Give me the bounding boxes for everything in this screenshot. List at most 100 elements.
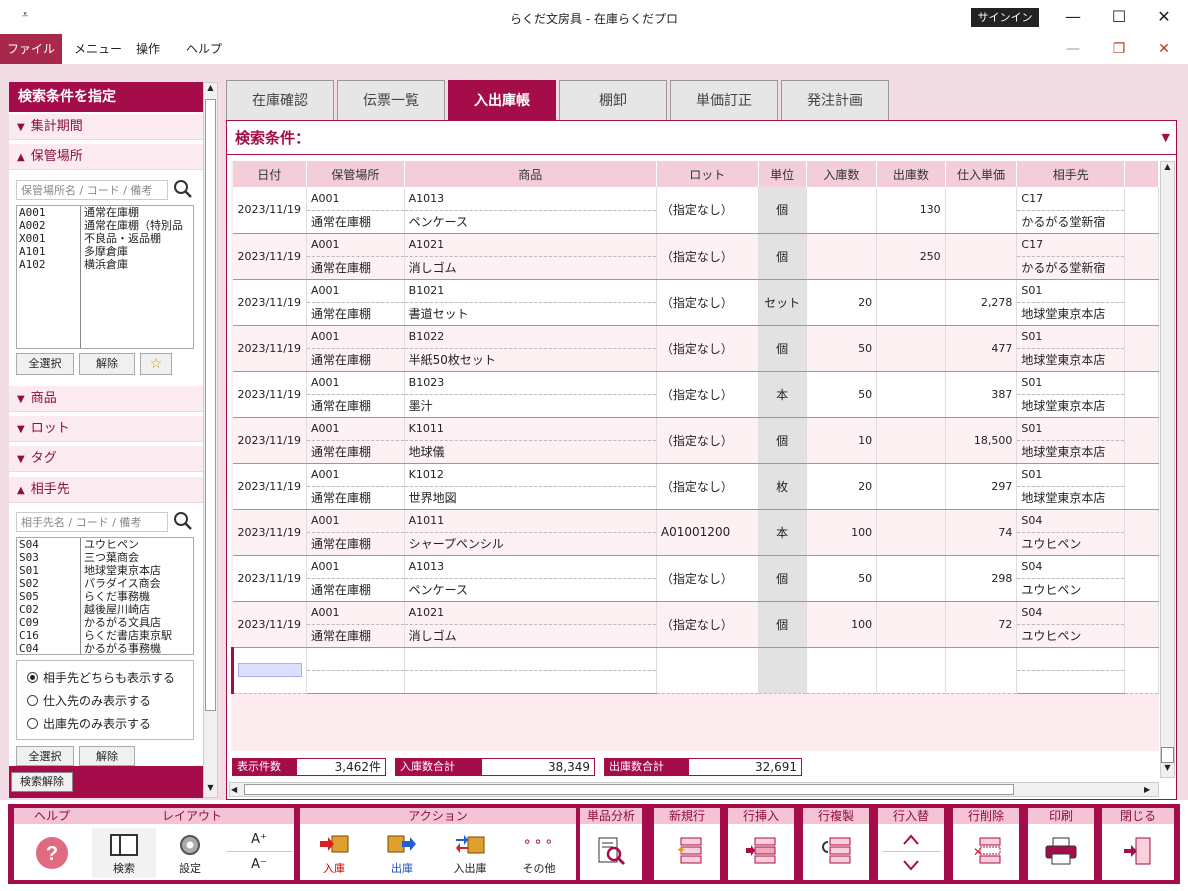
cell-location-code[interactable]: A001 <box>306 601 405 625</box>
cell-date[interactable]: 2023/11/19 <box>232 463 307 510</box>
cell-location-code[interactable]: A001 <box>306 233 405 257</box>
cell-date[interactable]: 2023/11/19 <box>232 601 307 648</box>
section-period[interactable]: ▼ 集計期間 <box>9 114 203 140</box>
cell-location-code[interactable]: A001 <box>306 509 405 533</box>
other-button[interactable]: ∘∘∘ その他 <box>506 828 572 878</box>
cell-extra[interactable] <box>1124 601 1159 648</box>
settings-button[interactable]: 設定 <box>158 828 222 878</box>
cell-in-qty[interactable]: 50 <box>806 371 878 418</box>
cell-partner-name[interactable]: ユウヒペン <box>1016 532 1126 556</box>
cell-out-qty[interactable] <box>876 417 946 464</box>
column-header[interactable]: 入庫数 <box>806 161 878 187</box>
list-item[interactable]: X001 不良品・返品棚 <box>17 232 193 245</box>
cell-empty[interactable] <box>806 647 878 694</box>
new-row-button[interactable]: ✦ <box>658 828 716 878</box>
cell-empty[interactable] <box>404 647 657 671</box>
cell-product-name[interactable]: 墨汁 <box>404 394 657 418</box>
cell-out-qty[interactable] <box>876 463 946 510</box>
list-item[interactable]: A002 通常在庫棚（特別品 <box>17 219 193 232</box>
cell-unit[interactable]: 本 <box>758 371 807 418</box>
cell-lot[interactable]: （指定なし） <box>656 555 759 602</box>
search-icon[interactable] <box>172 510 194 532</box>
storage-clear-button[interactable]: 解除 <box>79 353 135 375</box>
cell-empty[interactable] <box>1016 647 1126 671</box>
stock-out-button[interactable]: 出庫 <box>370 828 434 878</box>
cell-lot[interactable]: A01001200 <box>656 509 759 556</box>
column-header[interactable]: 相手先 <box>1016 161 1126 187</box>
column-header[interactable]: ロット <box>656 161 759 187</box>
cell-location-name[interactable]: 通常在庫棚 <box>306 302 405 326</box>
menu-operation[interactable]: 操作 <box>124 34 172 64</box>
cell-unit-price[interactable]: 297 <box>945 463 1018 510</box>
cell-location-code[interactable]: A001 <box>306 325 405 349</box>
cell-extra[interactable] <box>1124 371 1159 418</box>
cell-unit-price[interactable]: 2,278 <box>945 279 1018 326</box>
cell-in-qty[interactable]: 50 <box>806 555 878 602</box>
cell-date[interactable]: 2023/11/19 <box>232 417 307 464</box>
cell-product-name[interactable]: 世界地図 <box>404 486 657 510</box>
cell-in-qty[interactable]: 20 <box>806 463 878 510</box>
cell-partner-code[interactable]: S04 <box>1016 509 1126 533</box>
font-up-button[interactable]: A⁺ <box>226 828 292 852</box>
cell-partner-name[interactable]: ユウヒペン <box>1016 578 1126 602</box>
list-item[interactable]: S01 地球堂東京本店 <box>17 564 193 577</box>
cell-out-qty[interactable] <box>876 371 946 418</box>
cell-product-code[interactable]: A1021 <box>404 601 657 625</box>
star-icon[interactable]: ☆ <box>140 353 172 375</box>
cell-partner-name[interactable]: ユウヒペン <box>1016 624 1126 648</box>
cell-partner-name[interactable]: かるがる堂新宿 <box>1016 210 1126 234</box>
cell-in-qty[interactable] <box>806 233 878 280</box>
table-row[interactable]: 2023/11/19 A001 A1021 （指定なし）個 250 C17 <box>232 233 1159 280</box>
cell-extra[interactable] <box>1124 463 1159 510</box>
scroll-thumb[interactable] <box>205 99 216 711</box>
cell-product-code[interactable]: A1021 <box>404 233 657 257</box>
table-row[interactable]: 2023/11/19 A001 A1013 （指定なし）個 50 298 S04 <box>232 555 1159 602</box>
column-header[interactable]: 単位 <box>758 161 807 187</box>
grid-vscrollbar[interactable]: ▲ ▼ <box>1160 161 1175 778</box>
cell-unit[interactable]: セット <box>758 279 807 326</box>
search-condition-bar[interactable]: 検索条件： ▼ <box>227 121 1176 155</box>
cell-location-code[interactable]: A001 <box>306 555 405 579</box>
list-item[interactable]: A102 横浜倉庫 <box>17 258 193 271</box>
cell-unit-price[interactable]: 74 <box>945 509 1018 556</box>
delete-row-button[interactable]: ✕ <box>957 828 1015 878</box>
list-item[interactable]: S03 三つ葉商会 <box>17 551 193 564</box>
section-lot[interactable]: ▼ ロット <box>9 416 203 442</box>
cell-out-qty[interactable] <box>876 601 946 648</box>
scroll-up-icon[interactable]: ▲ <box>1161 162 1174 176</box>
cell-lot[interactable]: （指定なし） <box>656 187 759 234</box>
cell-product-code[interactable]: B1021 <box>404 279 657 303</box>
partner-select-all-button[interactable]: 全選択 <box>16 746 74 766</box>
cell-extra[interactable] <box>1124 509 1159 556</box>
cell-date[interactable]: 2023/11/19 <box>232 187 307 234</box>
cell-partner-name[interactable]: 地球堂東京本店 <box>1016 348 1126 372</box>
close-app-button[interactable] <box>1108 828 1168 878</box>
cell-product-code[interactable]: B1022 <box>404 325 657 349</box>
scroll-thumb[interactable] <box>1161 747 1174 763</box>
cell-partner-code[interactable]: S01 <box>1016 417 1126 441</box>
cell-location-name[interactable]: 通常在庫棚 <box>306 532 405 556</box>
cell-out-qty[interactable] <box>876 509 946 556</box>
cell-product-code[interactable]: K1012 <box>404 463 657 487</box>
scroll-thumb[interactable] <box>244 784 1014 795</box>
cell-product-code[interactable]: K1011 <box>404 417 657 441</box>
cell-unit-price[interactable] <box>945 233 1018 280</box>
tab-stock-check[interactable]: 在庫確認 <box>226 80 334 120</box>
cell-partner-name[interactable]: 地球堂東京本店 <box>1016 440 1126 464</box>
minimize-button[interactable]: — <box>1050 4 1096 30</box>
cell-partner-code[interactable]: S01 <box>1016 279 1126 303</box>
cell-partner-code[interactable]: S04 <box>1016 555 1126 579</box>
cell-product-code[interactable]: A1013 <box>404 555 657 579</box>
cell-empty[interactable] <box>656 647 759 694</box>
cell-product-name[interactable]: ペンケース <box>404 210 657 234</box>
cell-product-code[interactable]: B1023 <box>404 371 657 395</box>
cell-location-name[interactable]: 通常在庫棚 <box>306 256 405 280</box>
scroll-down-icon[interactable]: ▼ <box>204 783 217 797</box>
table-row[interactable]: 2023/11/19 A001 B1022 （指定なし）個 50 477 S01 <box>232 325 1159 372</box>
cell-empty[interactable] <box>1124 647 1159 694</box>
tab-order-plan[interactable]: 発注計画 <box>781 80 889 120</box>
cell-date[interactable]: 2023/11/19 <box>232 509 307 556</box>
cell-lot[interactable]: （指定なし） <box>656 463 759 510</box>
cell-empty[interactable] <box>306 670 405 694</box>
cell-partner-name[interactable]: かるがる堂新宿 <box>1016 256 1126 280</box>
